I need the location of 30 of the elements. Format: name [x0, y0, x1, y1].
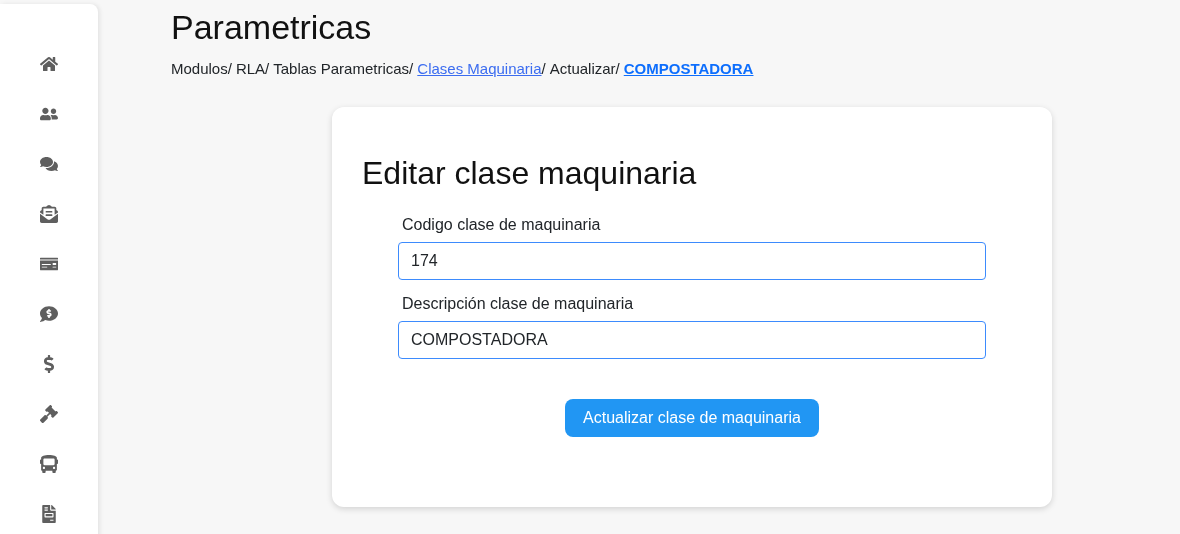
update-button[interactable]: Actualizar clase de maquinaria: [565, 398, 819, 437]
sidebar-item[interactable]: [39, 204, 59, 224]
breadcrumb-current[interactable]: COMPOSTADORA: [623, 58, 754, 81]
text-field[interactable]: COMPOSTADORA: [398, 320, 986, 359]
sidebar-item[interactable]: [39, 504, 59, 524]
users-icon: [40, 105, 58, 123]
dollar-speech-bubble-icon: [40, 305, 58, 323]
breadcrumb-item: Actualizar/: [549, 59, 620, 79]
bus-icon: [40, 455, 58, 473]
open-envelope-icon: [40, 205, 58, 223]
sidebar-item[interactable]: [39, 54, 59, 74]
sidebar-item[interactable]: [39, 304, 59, 324]
sidebar-item[interactable]: [39, 154, 59, 174]
breadcrumb-link[interactable]: Clases Maquinaria: [417, 58, 542, 81]
field-label: Codigo clase de maquinaria: [401, 214, 602, 235]
sidebar-item[interactable]: [39, 454, 59, 474]
form-heading: Editar clase maquinaria: [362, 153, 698, 193]
breadcrumb-item: Modulos/: [171, 59, 232, 79]
chat-bubbles-icon: [40, 155, 58, 173]
breadcrumb-item: Tablas Parametricas/: [273, 59, 414, 79]
gavel-icon: [40, 405, 58, 423]
money-card-icon: [40, 255, 58, 273]
document-icon: [40, 505, 58, 523]
home-icon: [40, 55, 58, 73]
breadcrumb-item: /: [541, 59, 546, 79]
page-title: Parametricas: [171, 10, 373, 44]
sidebar-item[interactable]: [39, 404, 59, 424]
breadcrumb-item: RLA/: [235, 59, 270, 79]
text-field[interactable]: 174: [398, 241, 986, 280]
field-label: Descripción clase de maquinaria: [401, 293, 635, 314]
